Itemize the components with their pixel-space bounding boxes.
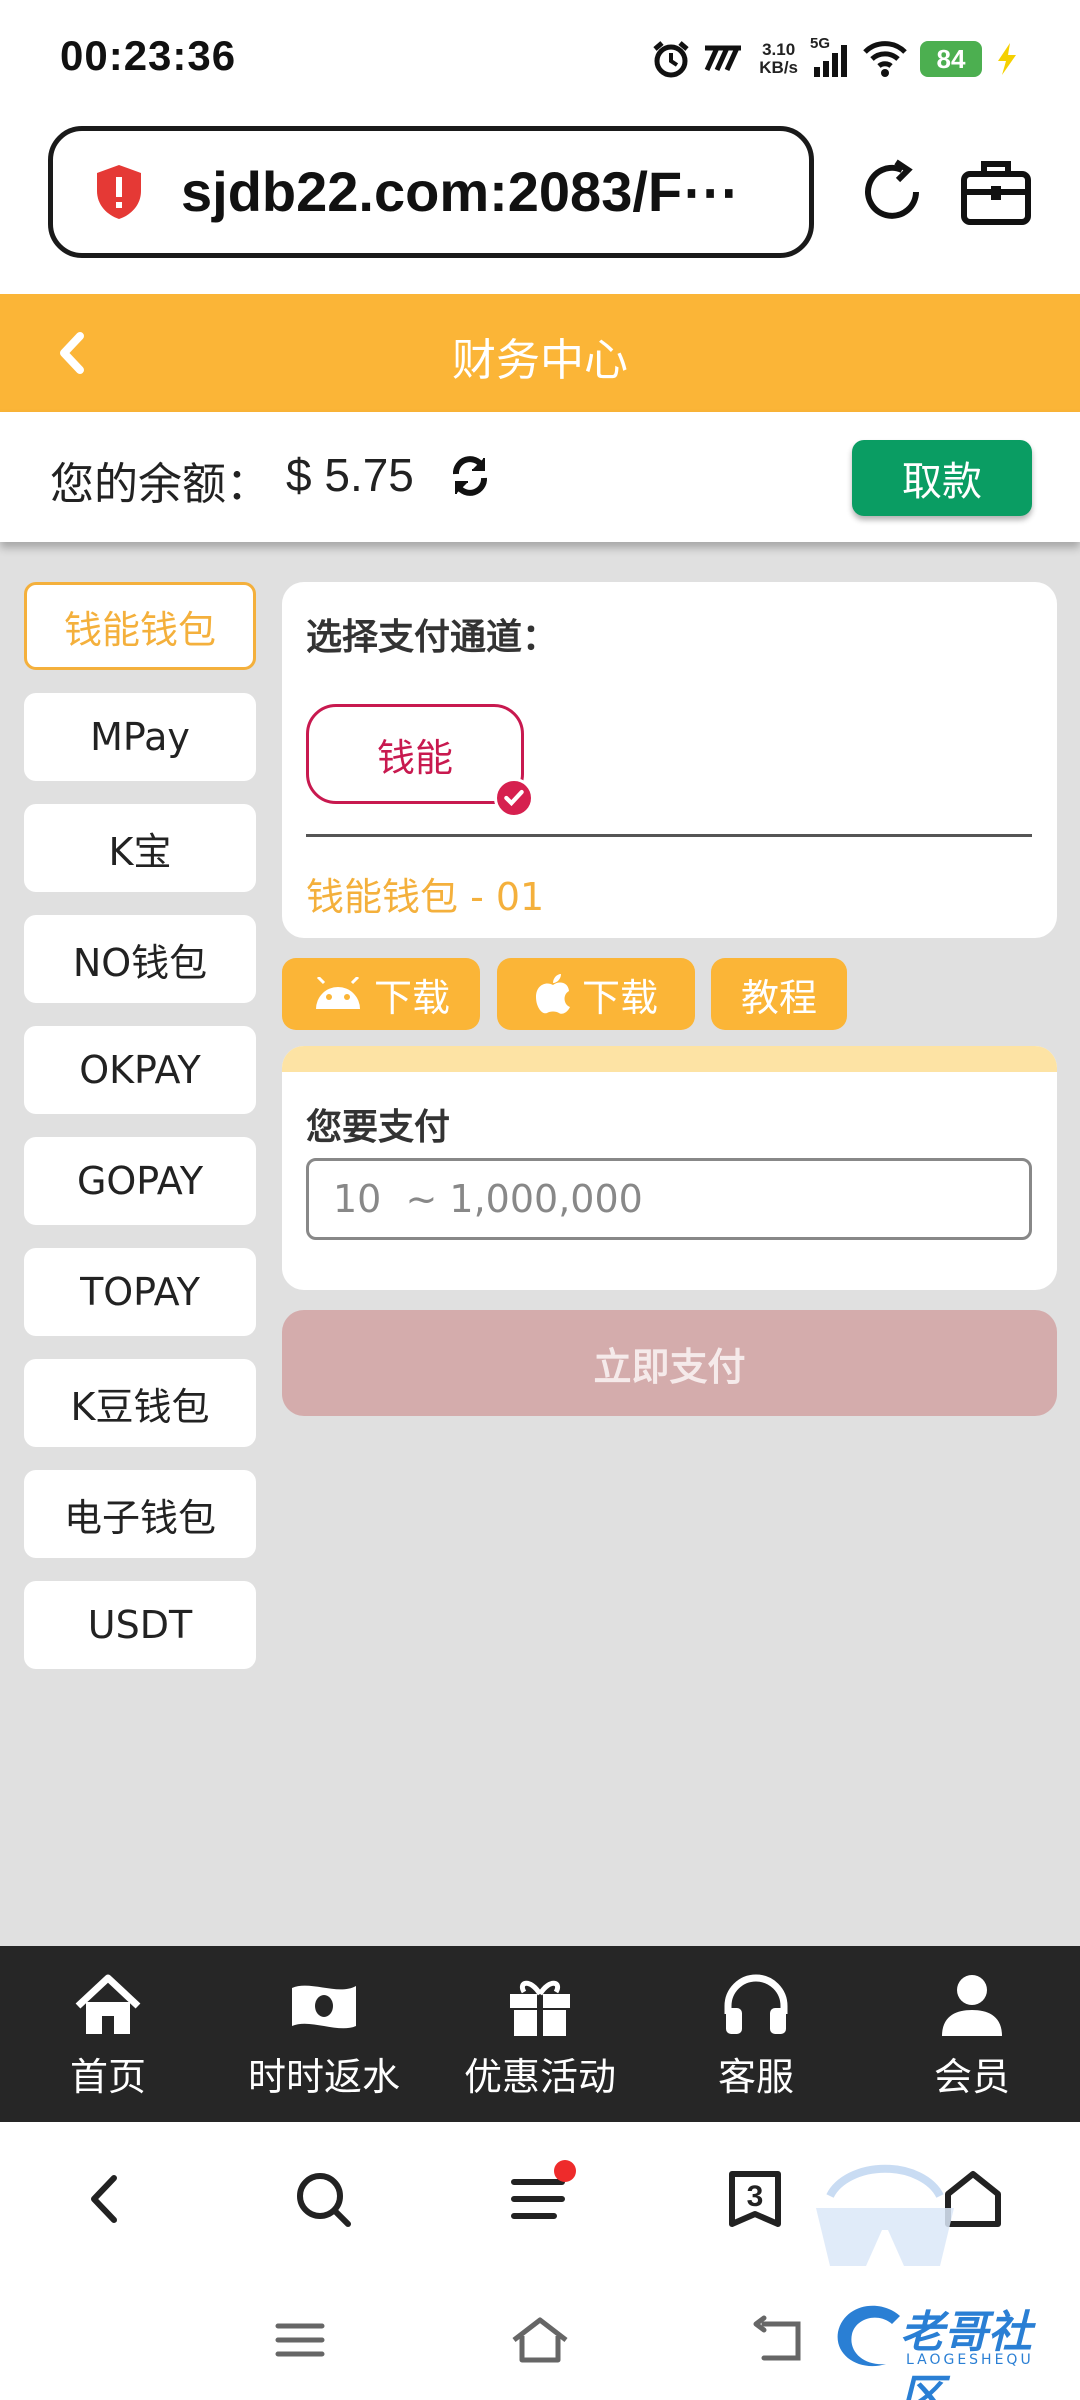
menu-item-no-wallet[interactable]: NO钱包	[24, 915, 256, 1003]
url-text: sjdb22.com:2083/F⋯	[181, 160, 739, 223]
menu-item-kdou-wallet[interactable]: K豆钱包	[24, 1359, 256, 1447]
android-icon	[315, 977, 360, 1009]
cash-icon	[292, 1985, 356, 2029]
page-title: 财务中心	[452, 335, 628, 386]
tab-count: 3	[746, 2180, 764, 2213]
watermark-subtext: LAOGESHEQU	[906, 2352, 1034, 2368]
nav-promotions[interactable]: 优惠活动	[432, 1946, 648, 2122]
check-badge-icon	[494, 778, 534, 818]
user-icon	[942, 1975, 1002, 2036]
payment-amount-card: 您要支付	[282, 1046, 1057, 1290]
channel-option[interactable]: 钱能	[306, 704, 524, 804]
amount-input[interactable]	[306, 1158, 1032, 1240]
wifi-icon	[863, 41, 907, 77]
apple-icon	[535, 974, 570, 1014]
android-download-label: 下载	[373, 975, 450, 1020]
headset-icon	[724, 1974, 788, 2034]
toolbox-icon[interactable]	[958, 156, 1034, 228]
net-speed: 3.10 KB/s	[759, 40, 798, 77]
bottom-nav: 首页 时时返水 优惠活动 客服 会员	[0, 1946, 1080, 2122]
browser-url-bar: sjdb22.com:2083/F⋯	[0, 120, 1080, 294]
dragon-logo-icon	[837, 2305, 900, 2367]
home-icon	[75, 1974, 141, 2034]
search-icon[interactable]	[290, 2166, 356, 2232]
menu-item-e-wallet[interactable]: 电子钱包	[24, 1470, 256, 1558]
system-back-icon[interactable]	[750, 2314, 810, 2366]
status-icons: 3.10 KB/s 5G 84	[651, 35, 1020, 82]
channel-title: 选择支付通道：	[306, 617, 559, 658]
nav-rebate-label: 时时返水	[247, 2055, 400, 2099]
watermark-logo: 老哥社区 LAOGESHEQU	[830, 2290, 1070, 2400]
page-header: 财务中心	[0, 294, 1080, 412]
network-badge-icon	[704, 45, 742, 72]
withdraw-button[interactable]: 取款	[852, 440, 1032, 516]
reload-icon[interactable]	[856, 156, 928, 228]
channel-subtitle: 钱能钱包 - 01	[306, 875, 545, 919]
shield-warning-icon[interactable]	[93, 163, 145, 221]
nav-home[interactable]: 首页	[0, 1946, 216, 2122]
menu-item-usdt[interactable]: USDT	[24, 1581, 256, 1669]
system-home-icon[interactable]	[510, 2314, 570, 2366]
menu-item-topay[interactable]: TOPAY	[24, 1248, 256, 1336]
balance-value: $ 5.75	[286, 449, 414, 501]
status-bar: 00:23:36 3.10 KB/s 5G 84	[0, 0, 1080, 120]
payment-label: 您要支付	[306, 1107, 451, 1148]
divider	[306, 834, 1032, 837]
refresh-icon[interactable]	[448, 454, 492, 498]
browser-back-icon[interactable]	[74, 2166, 140, 2232]
tutorial-button[interactable]: 教程	[711, 958, 847, 1030]
battery-indicator: 84	[920, 41, 982, 77]
gift-icon	[510, 1980, 570, 2036]
menu-item-kbao[interactable]: K宝	[24, 804, 256, 892]
watermark-glasses-icon	[816, 2164, 954, 2266]
signal-icon	[814, 45, 847, 77]
nav-member-label: 会员	[933, 2055, 1010, 2099]
payment-method-menu: 钱能钱包 MPay K宝 NO钱包 OKPAY GOPAY TOPAY K豆钱包…	[24, 582, 256, 1692]
recent-apps-icon[interactable]	[270, 2314, 330, 2366]
alarm-icon	[653, 41, 689, 78]
android-download-button[interactable]: 下载	[282, 958, 480, 1030]
tabs-button[interactable]: 3	[722, 2166, 788, 2232]
balance-row: 您的余额： $ 5.75 取款	[0, 412, 1080, 542]
ios-download-label: 下载	[581, 975, 658, 1020]
nav-support[interactable]: 客服	[648, 1946, 864, 2122]
nav-member[interactable]: 会员	[864, 1946, 1080, 2122]
menu-button[interactable]	[506, 2160, 576, 2232]
status-time: 00:23:36	[60, 32, 237, 79]
balance-label: 您的余额：	[50, 459, 270, 510]
charging-icon	[998, 43, 1016, 75]
menu-item-gopay[interactable]: GOPAY	[24, 1137, 256, 1225]
menu-item-qianneng-wallet[interactable]: 钱能钱包	[24, 582, 256, 670]
pay-now-button[interactable]: 立即支付	[282, 1310, 1057, 1416]
notification-dot	[554, 2160, 576, 2182]
nav-rebate[interactable]: 时时返水	[216, 1946, 432, 2122]
menu-item-okpay[interactable]: OKPAY	[24, 1026, 256, 1114]
ios-download-button[interactable]: 下载	[497, 958, 695, 1030]
nav-promotions-label: 优惠活动	[463, 2055, 616, 2099]
address-field[interactable]: sjdb22.com:2083/F⋯	[48, 126, 814, 258]
cell-signal: 5G	[810, 35, 850, 79]
nav-home-label: 首页	[69, 2055, 146, 2099]
menu-item-mpay[interactable]: MPay	[24, 693, 256, 781]
channel-card: 选择支付通道： 钱能 钱能钱包 - 01	[282, 582, 1057, 938]
nav-support-label: 客服	[717, 2055, 794, 2099]
card-top-strip	[282, 1046, 1057, 1072]
watermark-text: 老哥社区	[900, 2307, 1032, 2400]
